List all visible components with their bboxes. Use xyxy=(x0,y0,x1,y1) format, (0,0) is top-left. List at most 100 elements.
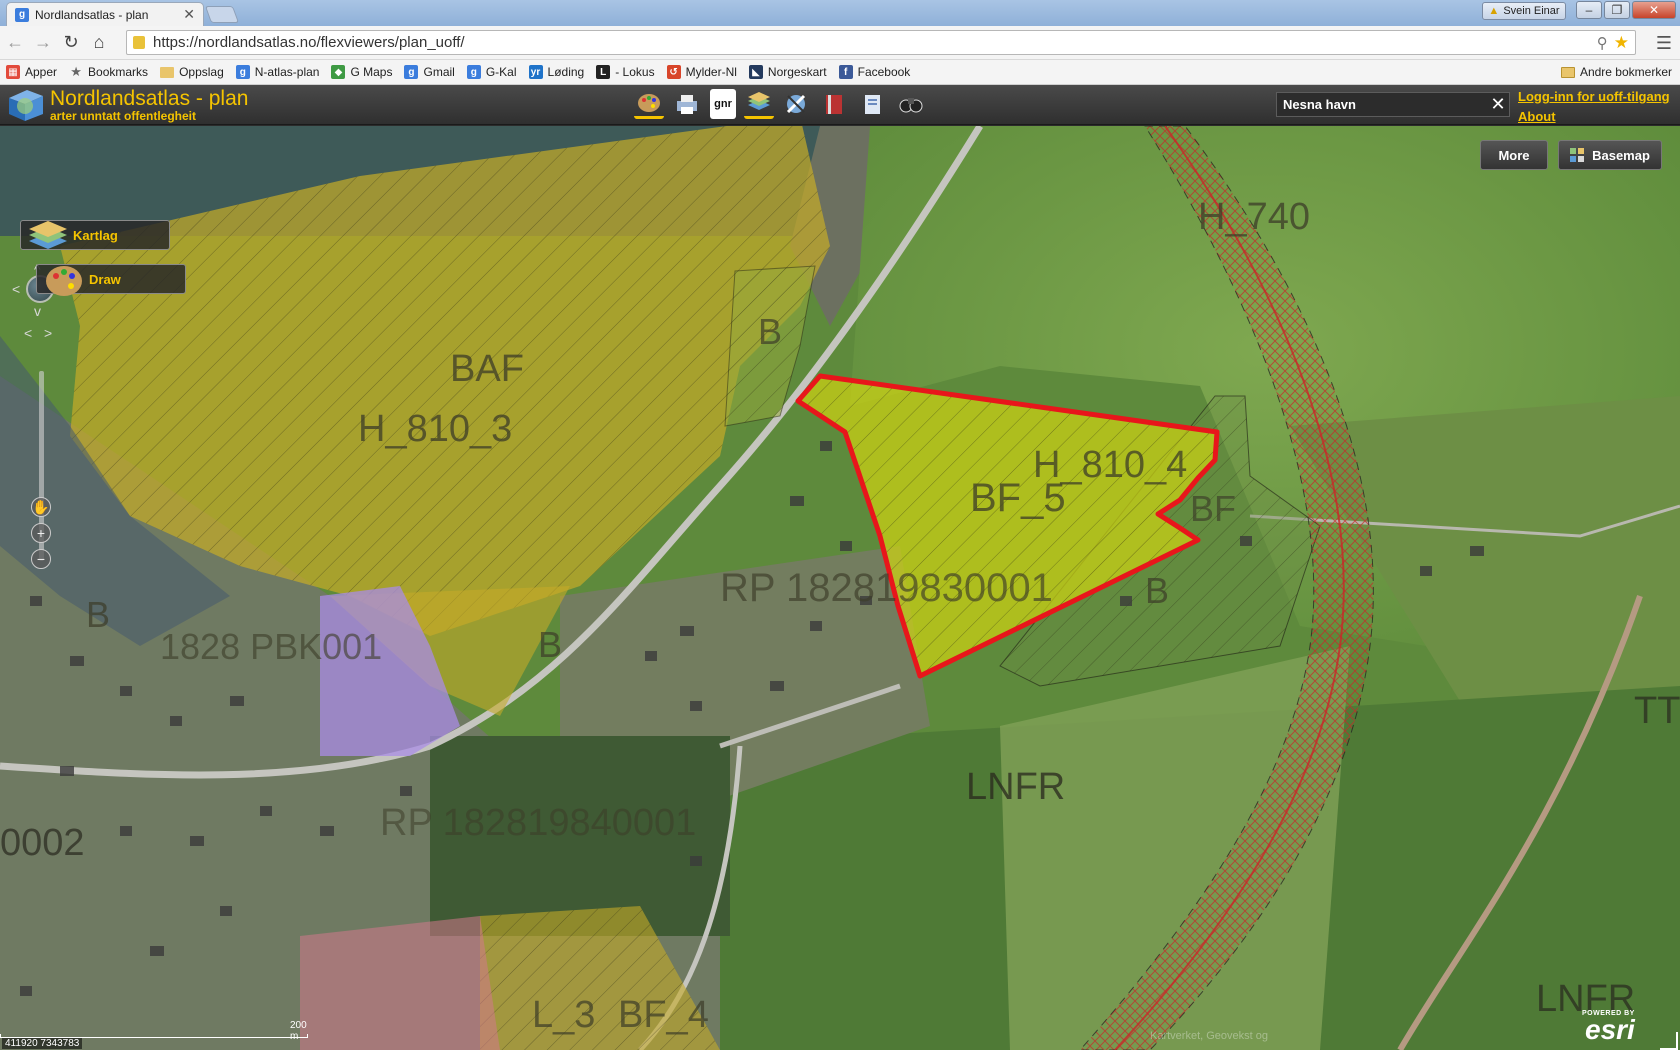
g-icon: g xyxy=(235,65,250,79)
app-header: Nordlandsatlas - plan arter unntatt offe… xyxy=(0,85,1680,125)
draw-panel-button[interactable]: Draw xyxy=(36,264,186,296)
zoom-out-button[interactable]: − xyxy=(31,549,51,569)
pink-zone xyxy=(300,916,500,1050)
user-name: Svein Einar xyxy=(1503,5,1560,17)
address-bar[interactable]: https://nordlandsatlas.no/flexviewers/pl… xyxy=(126,30,1636,55)
header-links: Logg-inn for uoff-tilgang About xyxy=(1518,87,1670,127)
bookmark-label: Mylder-Nl xyxy=(685,65,737,79)
label-baf: BAF xyxy=(450,348,524,390)
previous-extent-icon[interactable]: < xyxy=(24,325,32,341)
lock-icon xyxy=(133,36,145,49)
bookmark-label: Gmail xyxy=(423,65,455,79)
bookmark-item[interactable]: f Facebook xyxy=(838,65,911,79)
label-bf4: BF_4 xyxy=(618,994,709,1036)
map-view[interactable]: BAF H_810_3 B H_740 H_810_4 BF_5 BF RP 1… xyxy=(0,126,1680,1050)
label-rp-1828-b: RP 182819840001 xyxy=(380,802,697,844)
resize-corner-icon[interactable] xyxy=(1660,1032,1678,1050)
search-input[interactable] xyxy=(1283,97,1487,112)
other-bookmarks[interactable]: Andre bokmerker xyxy=(1560,65,1672,79)
label-b-left: B xyxy=(86,594,111,635)
browser-tabstrip: g Nordlandsatlas - plan ✕ ▲ Svein Einar … xyxy=(0,0,1680,26)
back-button[interactable]: ← xyxy=(2,30,28,56)
other-bookmarks-label: Andre bokmerker xyxy=(1579,65,1672,79)
layers-panel-button[interactable]: Kartlag xyxy=(20,220,170,250)
search-box: ✕ xyxy=(1276,92,1510,117)
bookmark-item[interactable]: g Gmail xyxy=(404,65,455,79)
star-icon[interactable]: ★ xyxy=(1614,33,1629,53)
bookmark-item[interactable]: L - Lokus xyxy=(596,65,655,79)
basemap-button-label: Basemap xyxy=(1592,147,1650,163)
label-bf5: BF_5 xyxy=(970,476,1066,520)
layers-icon xyxy=(29,221,67,249)
bookmark-label: Apper xyxy=(25,65,58,79)
binoculars-tool[interactable] xyxy=(896,89,926,119)
clear-search-button[interactable]: ✕ xyxy=(1487,94,1509,115)
label-code-left: 0002 xyxy=(0,822,85,864)
gnr-tool[interactable]: gnr xyxy=(710,89,736,119)
mylder-icon: ↺ xyxy=(666,65,681,79)
bookmark-item[interactable]: ★ Bookmarks xyxy=(69,64,149,79)
folder-icon xyxy=(1560,66,1575,78)
more-button[interactable]: More xyxy=(1480,140,1548,170)
bookmark-item[interactable]: g G-Kal xyxy=(466,65,517,79)
window-controls: – ❐ ✕ xyxy=(1576,1,1676,19)
zoom-icon[interactable]: ⚲ xyxy=(1597,34,1608,52)
measure-icon xyxy=(786,94,806,114)
bookmark-label: Oppslag xyxy=(179,65,224,79)
window-close-button[interactable]: ✕ xyxy=(1632,1,1676,19)
bookmark-label: N-atlas-plan xyxy=(254,65,320,79)
bookmark-item[interactable]: ◆ G Maps xyxy=(331,65,392,79)
zoom-in-button[interactable]: + xyxy=(31,523,51,543)
facebook-icon: f xyxy=(838,65,853,79)
user-badge[interactable]: ▲ Svein Einar xyxy=(1482,2,1566,20)
label-l3: L_3 xyxy=(532,994,596,1036)
layers-tool[interactable] xyxy=(744,89,774,119)
measure-tool[interactable] xyxy=(782,89,812,119)
reload-button[interactable]: ↻ xyxy=(58,30,84,56)
label-b-mid: B xyxy=(538,624,563,665)
palette-icon xyxy=(46,266,82,296)
bookmark-item[interactable]: ◣ Norgeskart xyxy=(748,65,827,79)
book-tool[interactable] xyxy=(820,89,850,119)
about-link[interactable]: About xyxy=(1518,107,1670,127)
new-tab-button[interactable] xyxy=(204,6,240,23)
more-button-label: More xyxy=(1498,147,1530,163)
label-lower-left: 1828 PBK001 xyxy=(160,626,383,667)
coordinate-readout: 411920 7343783 xyxy=(2,1038,83,1049)
menu-icon[interactable]: ☰ xyxy=(1656,33,1672,54)
l-icon: L xyxy=(596,65,611,79)
minimize-button[interactable]: – xyxy=(1576,1,1602,19)
bookmark-item[interactable]: yr Løding xyxy=(528,65,584,79)
login-link[interactable]: Logg-inn for uoff-tilgang xyxy=(1518,87,1670,107)
label-rp-1828: RP 182819830001 xyxy=(720,566,1053,610)
app-title: Nordlandsatlas - plan xyxy=(50,87,249,110)
bookmark-label: Bookmarks xyxy=(88,65,149,79)
print-tool[interactable] xyxy=(672,89,702,119)
bookmark-item[interactable]: ▦ Apper xyxy=(6,65,57,79)
pan-down-icon[interactable]: v xyxy=(34,303,41,319)
maximize-button[interactable]: ❐ xyxy=(1604,1,1630,19)
app-subtitle: arter unntatt offentlegheit xyxy=(50,109,196,123)
pan-left-icon[interactable]: < xyxy=(12,281,20,297)
g-icon: g xyxy=(404,65,419,79)
bookmarks-bar: ▦ Apper ★ Bookmarks Oppslag g N-atlas-plan ◆ G M… xyxy=(0,60,1680,85)
document-tool[interactable] xyxy=(858,89,888,119)
palette-icon xyxy=(638,93,660,112)
grid-icon xyxy=(1570,148,1585,162)
draw-palette-tool[interactable] xyxy=(634,89,664,119)
bookmark-item[interactable]: Oppslag xyxy=(160,65,224,79)
bookmark-label: Facebook xyxy=(857,65,911,79)
home-button[interactable]: ⌂ xyxy=(86,30,112,56)
basemap-button[interactable]: Basemap xyxy=(1558,140,1662,170)
pan-hand-icon[interactable]: ✋ xyxy=(31,497,51,517)
browser-tab[interactable]: g Nordlandsatlas - plan ✕ xyxy=(6,2,204,26)
close-icon[interactable]: ✕ xyxy=(183,6,195,23)
bookmark-item[interactable]: ↺ Mylder-Nl xyxy=(666,65,737,79)
bookmark-label: Norgeskart xyxy=(767,65,827,79)
tab-title: Nordlandsatlas - plan xyxy=(35,7,149,22)
next-extent-icon[interactable]: > xyxy=(44,325,52,341)
label-tt: TT xyxy=(1634,690,1680,732)
forward-button[interactable]: → xyxy=(30,30,56,56)
browser-toolbar: ← → ↻ ⌂ https://nordlandsatlas.no/flexvi… xyxy=(0,26,1680,60)
bookmark-item[interactable]: g N-atlas-plan xyxy=(235,65,320,79)
